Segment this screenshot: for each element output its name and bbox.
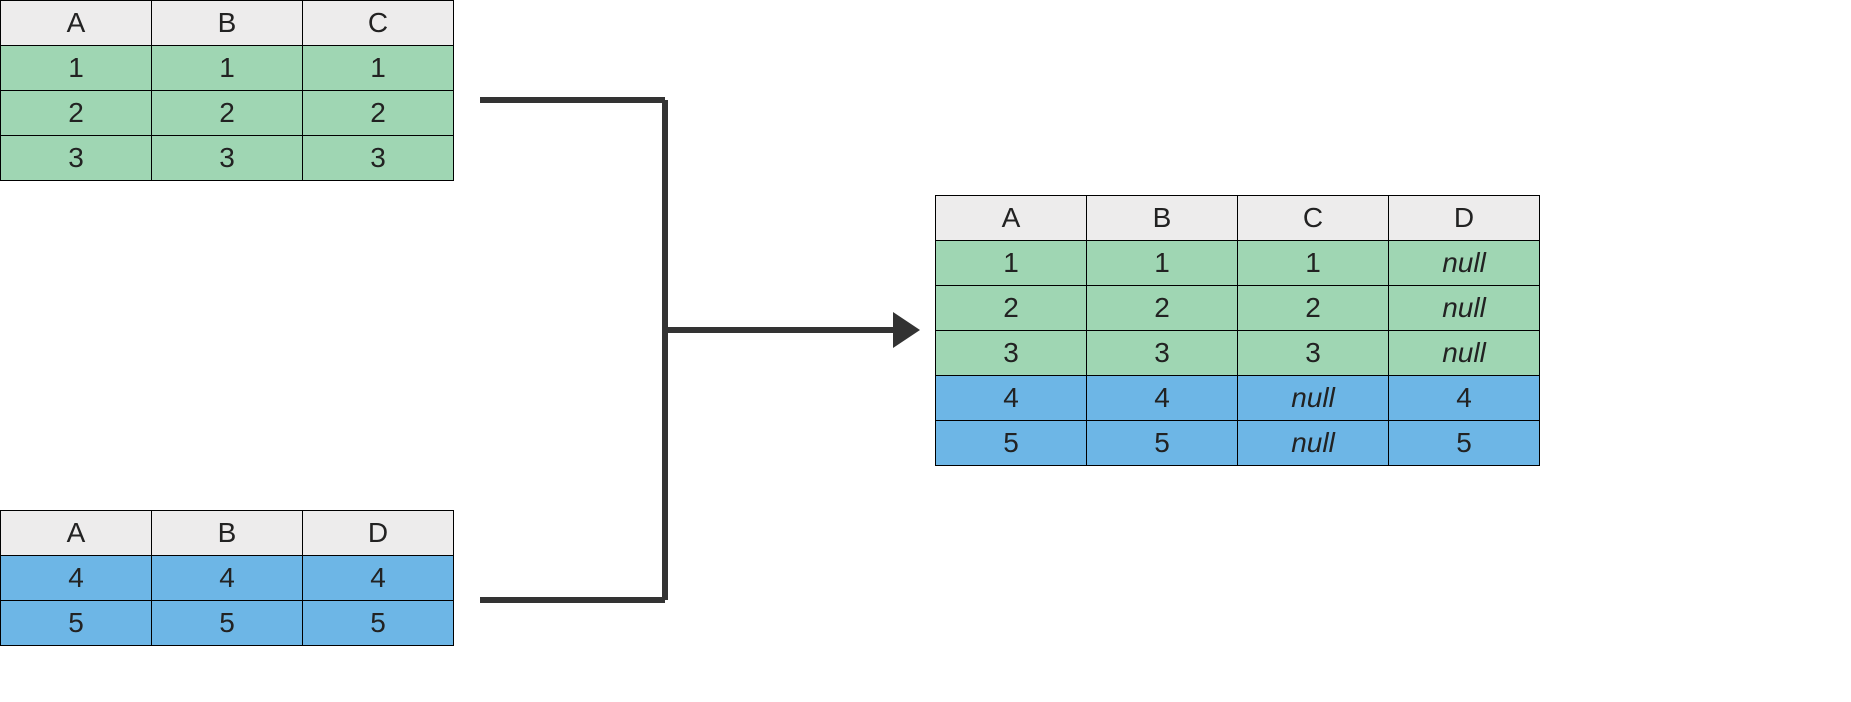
- diagram-stage: A B C 1 1 1 2 2 2 3 3 3: [0, 0, 1851, 702]
- merge-arrow-icon: [0, 0, 1851, 702]
